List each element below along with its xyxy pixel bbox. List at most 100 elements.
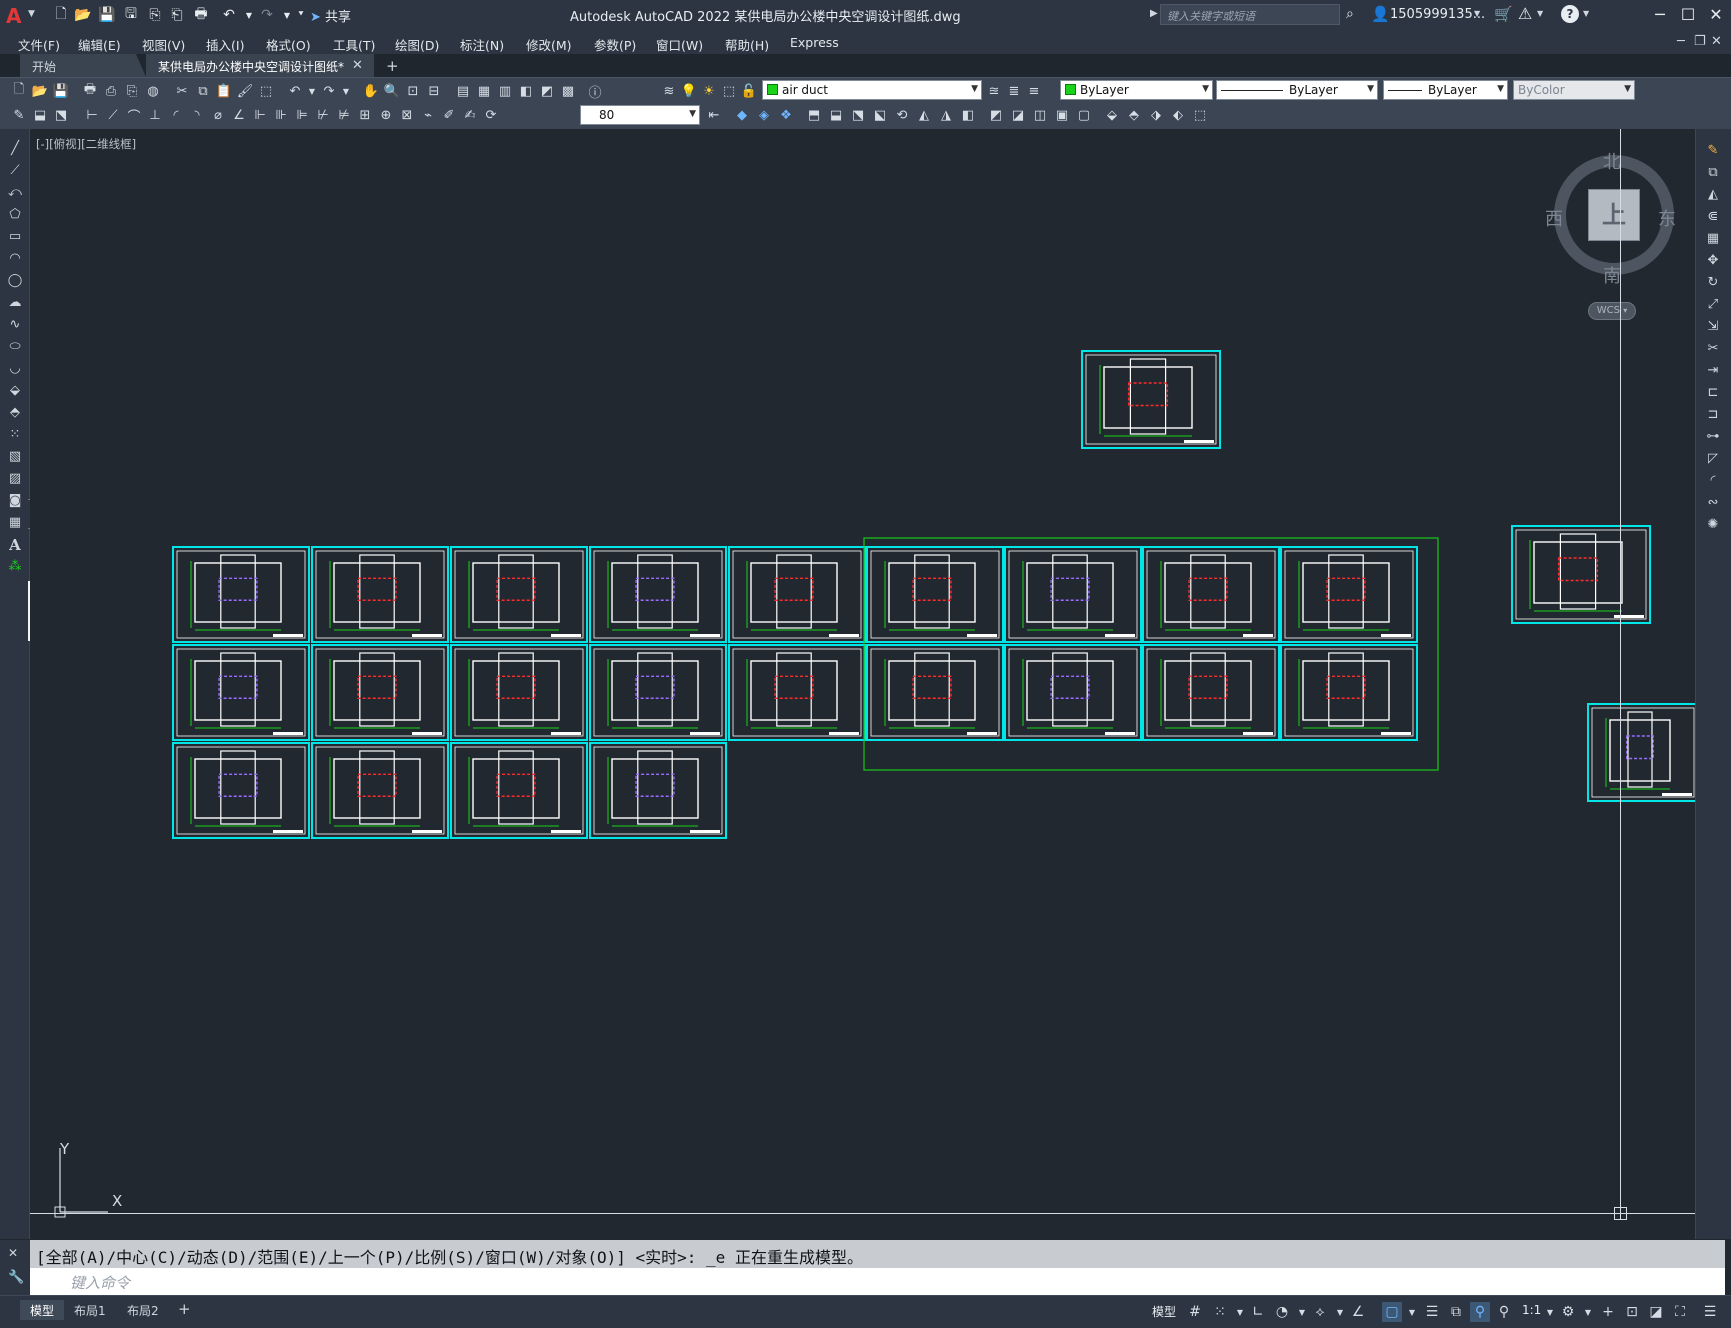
drawing-canvas[interactable] — [30, 129, 1695, 1239]
polar-dropdown-icon[interactable]: ▼ — [1292, 1302, 1312, 1322]
clip-icon[interactable]: ⬗ — [1147, 106, 1165, 124]
snap-icon[interactable]: ⁙ — [1210, 1302, 1230, 1322]
layer-vp-freeze-icon[interactable]: ⬚ — [720, 82, 738, 100]
osnap-dropdown-icon[interactable]: ▼ — [1402, 1302, 1422, 1322]
dim-break-icon[interactable]: ⊭ — [335, 106, 353, 124]
intersect-icon[interactable]: ❖ — [777, 106, 795, 124]
autocad-logo[interactable]: A — [6, 4, 26, 28]
move-face-icon[interactable]: ⬓ — [827, 106, 845, 124]
layer-on-icon[interactable]: 💡 — [680, 82, 698, 100]
angular-dim-icon[interactable]: ∠ — [230, 106, 248, 124]
compass-east[interactable]: 东 — [1658, 205, 1676, 231]
command-customize-icon[interactable]: 🔧 — [8, 1270, 24, 1285]
redo-toolbar-icon[interactable]: ↷ — [320, 82, 338, 100]
layer-previous-icon[interactable]: ≣ — [1005, 82, 1023, 100]
undo-list-icon[interactable]: ▼ — [307, 82, 317, 100]
tolerance-icon[interactable]: ⊞ — [356, 106, 374, 124]
line-icon[interactable]: ╱ — [4, 139, 26, 158]
mirror-icon[interactable]: ◭ — [1702, 185, 1724, 204]
save-icon[interactable]: 💾 — [98, 6, 116, 24]
new-icon[interactable]: 🗋 — [52, 6, 70, 24]
fillet-icon[interactable]: ◜ — [1702, 471, 1724, 490]
stretch-icon[interactable]: ⇲ — [1702, 317, 1724, 336]
arc-icon[interactable]: ◠ — [4, 249, 26, 268]
command-line-handle[interactable]: ✕ 🔧 — [0, 1240, 30, 1295]
share-button[interactable]: ➤ 共享 — [310, 6, 351, 25]
undo-icon[interactable]: ↶ — [220, 6, 238, 24]
lineweight-combo[interactable]: ByLayer ▼ — [1383, 80, 1508, 100]
menu-file[interactable]: 文件(F) — [18, 35, 60, 54]
tab-start[interactable]: 开始 — [20, 54, 146, 77]
linear-dim-icon[interactable]: ⊢ — [83, 106, 101, 124]
dim-text-edit-icon[interactable]: ✍ — [461, 106, 479, 124]
copy-icon[interactable]: ⧉ — [194, 82, 212, 100]
menu-help[interactable]: 帮助(H) — [725, 35, 769, 54]
menu-modify[interactable]: 修改(M) — [526, 35, 572, 54]
imprint-icon[interactable]: ◩ — [987, 106, 1005, 124]
revision-cloud-icon[interactable]: ☁ — [4, 293, 26, 312]
clean-screen-icon[interactable]: ⛶ — [1670, 1302, 1690, 1322]
model-space-toggle[interactable]: 模型 — [1152, 1303, 1176, 1320]
arc-length-icon[interactable]: ⌒ — [125, 106, 143, 125]
layer-combo[interactable]: air duct ▼ — [762, 80, 982, 100]
center-mark-icon[interactable]: ⊕ — [377, 106, 395, 124]
wcs-menu[interactable]: WCS ▾ — [1588, 302, 1636, 320]
clean-icon[interactable]: ◪ — [1009, 106, 1027, 124]
blend-curves-icon[interactable]: ∾ — [1702, 493, 1724, 512]
plot-icon[interactable]: 🖶 — [192, 6, 210, 24]
undo-toolbar-icon[interactable]: ↶ — [286, 82, 304, 100]
units-icon[interactable]: ⊡ — [1622, 1302, 1642, 1322]
join-icon[interactable]: ⊶ — [1702, 427, 1724, 446]
move-icon[interactable]: ✥ — [1702, 251, 1724, 270]
markup-icon[interactable]: ◩ — [538, 82, 556, 100]
match-properties-icon[interactable]: 🖌 — [236, 82, 254, 100]
help-dropdown-icon[interactable]: ▼ — [1583, 9, 1589, 18]
menu-tools[interactable]: 工具(T) — [333, 35, 375, 54]
add-layout-icon[interactable]: + — [178, 1300, 191, 1318]
rectangle-icon[interactable]: ▭ — [4, 227, 26, 246]
dim-space-icon[interactable]: ⊬ — [314, 106, 332, 124]
save-as-icon[interactable]: 🖫 — [122, 6, 140, 24]
grid-icon[interactable]: # — [1185, 1302, 1205, 1322]
construction-line-icon[interactable]: ⟋ — [4, 161, 26, 180]
pan-icon[interactable]: ✋ — [362, 82, 380, 100]
color-combo[interactable]: ByLayer ▼ — [1060, 80, 1213, 100]
rotate-icon[interactable]: ↻ — [1702, 273, 1724, 292]
selection-cycling-icon[interactable]: ⧉ — [1446, 1302, 1466, 1322]
layer-state-icon[interactable]: ≡ — [1025, 82, 1043, 100]
ortho-icon[interactable]: ∟ — [1248, 1302, 1268, 1322]
3d-print-icon[interactable]: ◍ — [144, 82, 162, 100]
zoom-window-icon[interactable]: ⊡ — [404, 82, 422, 100]
menu-dimension[interactable]: 标注(N) — [460, 35, 504, 54]
customize-qat-icon[interactable]: ⯆ — [292, 6, 310, 24]
properties-icon[interactable]: ▤ — [454, 82, 472, 100]
open-file-icon[interactable]: 📂 — [31, 82, 49, 100]
doc-close-icon[interactable]: ✕ — [1711, 34, 1722, 49]
calculator-icon[interactable]: ▩ — [559, 82, 577, 100]
plot-preview-icon[interactable]: ⎙ — [102, 82, 120, 100]
subtract-icon[interactable]: ◈ — [755, 106, 773, 124]
menu-view[interactable]: 视图(V) — [142, 35, 185, 54]
extend-icon[interactable]: ⇥ — [1702, 361, 1724, 380]
delete-face-icon[interactable]: ⬕ — [871, 106, 889, 124]
tab-drawing[interactable]: 某供电局办公楼中央空调设计图纸* — [146, 54, 374, 77]
help-search-input[interactable]: 键入关键字或短语 — [1160, 4, 1340, 25]
viewcube-top-face[interactable]: 上 — [1588, 189, 1640, 241]
hatch-icon[interactable]: ▧ — [4, 447, 26, 466]
dim-scale-combo[interactable]: 80 ▼ — [580, 105, 700, 125]
publish-icon[interactable]: ⎘ — [123, 82, 141, 100]
open-icon[interactable]: 📂 — [74, 6, 92, 24]
close-icon[interactable]: ✕ — [1704, 3, 1728, 27]
compass-south[interactable]: 南 — [1603, 262, 1621, 288]
union-icon[interactable]: ◆ — [733, 106, 751, 124]
attach-icon[interactable]: ⬘ — [1125, 106, 1143, 124]
extrude-face-icon[interactable]: ⬒ — [805, 106, 823, 124]
compass-north[interactable]: 北 — [1603, 148, 1621, 174]
workspace-gear-icon[interactable]: ⚙ — [1558, 1302, 1578, 1322]
baseline-dim-icon[interactable]: ⊪ — [272, 106, 290, 124]
redo-list-icon[interactable]: ▼ — [341, 82, 351, 100]
ellipse-icon[interactable]: ⬭ — [4, 337, 26, 356]
lineweight-display-icon[interactable]: ☰ — [1422, 1302, 1442, 1322]
auto-scale-icon[interactable]: ⚲ — [1494, 1302, 1514, 1322]
print-icon[interactable]: 🖶 — [81, 82, 99, 100]
